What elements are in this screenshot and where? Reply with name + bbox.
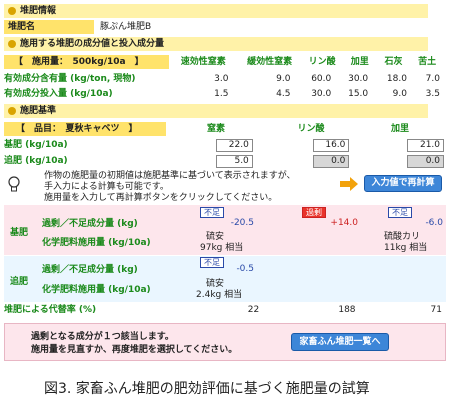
warning-line: 過剰となる成分が１つ該当します。	[31, 332, 174, 342]
top-n-amount: 2.4kg 相当	[196, 290, 243, 300]
basal-k-excess: -6.0	[425, 218, 443, 228]
value-cell: 9.0	[392, 89, 407, 99]
input-row: 有効成分投入量 (kg/10a) 1.5 4.5 30.0 15.0 9.0 3…	[4, 87, 444, 101]
basal-n-excess: -20.5	[230, 218, 254, 228]
warning-text: 過剰となる成分が１つ該当します。 施用量を見直すか、再度堆肥を選択してください。	[31, 331, 237, 357]
value-cell: 18.0	[386, 74, 407, 84]
value-cell: 3.0	[214, 74, 229, 84]
value-cell: 1.5	[214, 89, 229, 99]
excess-label: 過剰／不足成分量 (kg)	[42, 219, 138, 229]
basal-k-amount: 11kg 相当	[384, 243, 428, 253]
component-header-row: 【 施用量： 500kg/10a 】 速効性窒素 緩効性窒素 リン酸 加里 石灰…	[4, 55, 444, 69]
fertilizer-calculator: 堆肥情報 堆肥名 豚ぷん堆肥B 施用する堆肥の成分値と投入成分量 【 施用量： …	[0, 0, 451, 413]
substitution-p: 188	[338, 305, 356, 315]
basal-row: 基肥 (kg/10a) 22.0 16.0 21.0	[4, 138, 445, 152]
status-badge-excess: 過剰	[302, 207, 326, 218]
manure-list-button[interactable]: 家畜ふん堆肥一覧へ	[291, 333, 389, 351]
results-top-block: 追肥 過剰／不足成分量 (kg) 化学肥料施用量 (kg/10a) 不足 -0.…	[4, 256, 446, 302]
notice-line: 施用量を入力して再計算ボタンをクリックしてください。	[44, 193, 278, 203]
value-cell: 60.0	[311, 74, 332, 84]
value-cell: 30.0	[311, 89, 332, 99]
manure-name-label: 堆肥名	[4, 20, 94, 34]
section-header-components: 施用する堆肥の成分値と投入成分量	[4, 37, 428, 51]
value-cell: 3.5	[425, 89, 440, 99]
bullet-icon	[8, 40, 16, 48]
top-p-input[interactable]: 0.0	[312, 154, 350, 168]
col-header-p: リン酸	[297, 124, 325, 134]
value-cell: 4.5	[276, 89, 291, 99]
substitution-label: 堆肥による代替率 (%)	[4, 305, 97, 315]
status-badge-short: 不足	[200, 207, 224, 218]
substitution-n: 22	[247, 305, 260, 315]
content-row: 有効成分含有量 (kg/ton, 現物) 3.0 9.0 60.0 30.0 1…	[4, 72, 444, 86]
application-rate-label: 【 施用量： 500kg/10a 】	[4, 55, 169, 69]
col-header-p: リン酸	[308, 57, 336, 67]
col-header-slow-n: 緩効性窒素	[247, 57, 293, 67]
warning-panel: 過剰となる成分が１つ該当します。 施用量を見直すか、再度堆肥を選択してください。…	[4, 323, 446, 361]
notice-line: 作物の施肥量の初期値は施肥基準に基づいて表示されますが、	[44, 171, 296, 181]
notice-panel: 作物の施肥量の初期値は施肥基準に基づいて表示されますが、 手入力による計算も可能…	[4, 170, 446, 204]
section-header-standard: 施肥基準	[4, 104, 428, 118]
row-label: 有効成分含有量 (kg/ton, 現物)	[4, 74, 136, 84]
status-badge-short: 不足	[200, 257, 224, 268]
basal-group-label: 基肥	[10, 228, 29, 238]
top-dress-row: 追肥 (kg/10a) 5.0 0.0 0.0	[4, 154, 445, 168]
basal-k-input[interactable]: 21.0	[407, 138, 445, 152]
value-cell: 7.0	[425, 74, 440, 84]
notice-text: 作物の施肥量の初期値は施肥基準に基づいて表示されますが、 手入力による計算も可能…	[44, 171, 296, 204]
top-n-excess: -0.5	[236, 264, 254, 274]
lightbulb-icon	[8, 176, 20, 197]
chem-label: 化学肥料施用量 (kg/10a)	[42, 238, 151, 248]
substitution-row: 堆肥による代替率 (%) 22 188 71	[4, 303, 446, 317]
value-cell: 15.0	[348, 89, 369, 99]
top-group-label: 追肥	[10, 277, 29, 287]
substitution-k: 71	[430, 305, 442, 315]
col-header-k: 加里	[390, 124, 409, 134]
col-header-ca: 石灰	[384, 57, 403, 67]
basal-n-input[interactable]: 22.0	[216, 138, 253, 152]
notice-line: 手入力による計算も可能です。	[44, 182, 169, 192]
col-header-k: 加里	[350, 57, 369, 67]
crop-header-row: 【 品目： 夏秋キャベツ 】 窒素 リン酸 加里	[4, 122, 444, 136]
bullet-icon	[8, 7, 16, 15]
recalc-button[interactable]: 入力値で再計算	[364, 175, 442, 192]
results-basal-block: 基肥 過剰／不足成分量 (kg) 化学肥料施用量 (kg/10a) 不足 過剰 …	[4, 205, 446, 255]
row-label: 有効成分投入量 (kg/10a)	[4, 89, 113, 99]
basal-p-input[interactable]: 16.0	[312, 138, 350, 152]
figure-caption: 図3. 家畜ふん堆肥の肥効評価に基づく施肥量の試算	[44, 381, 370, 397]
section-header-manure-info: 堆肥情報	[4, 4, 428, 18]
section-title: 施用する堆肥の成分値と投入成分量	[20, 39, 165, 49]
status-badge-short: 不足	[388, 207, 412, 218]
basal-p-excess: +14.0	[330, 218, 358, 228]
section-title: 施肥基準	[20, 106, 57, 116]
excess-label: 過剰／不足成分量 (kg)	[42, 265, 138, 275]
chem-label: 化学肥料施用量 (kg/10a)	[42, 285, 151, 295]
col-header-mg: 苦土	[418, 57, 437, 67]
top-n-input[interactable]: 5.0	[216, 154, 253, 168]
top-dress-label: 追肥 (kg/10a)	[4, 156, 68, 166]
col-header-fast-n: 速効性窒素	[180, 57, 226, 67]
crop-label: 【 品目： 夏秋キャベツ 】	[4, 122, 166, 136]
bullet-icon	[8, 107, 16, 115]
manure-name-row: 堆肥名 豚ぷん堆肥B	[4, 20, 424, 34]
warning-line: 施用量を見直すか、再度堆肥を選択してください。	[31, 345, 238, 355]
value-cell: 9.0	[276, 74, 291, 84]
col-header-n: 窒素	[206, 124, 225, 134]
basal-label: 基肥 (kg/10a)	[4, 140, 68, 150]
arrow-right-icon	[340, 177, 358, 194]
basal-n-amount: 97kg 相当	[200, 243, 244, 253]
top-k-input[interactable]: 0.0	[407, 154, 445, 168]
manure-name-value: 豚ぷん堆肥B	[100, 22, 152, 32]
value-cell: 30.0	[348, 74, 369, 84]
section-title: 堆肥情報	[20, 6, 57, 16]
